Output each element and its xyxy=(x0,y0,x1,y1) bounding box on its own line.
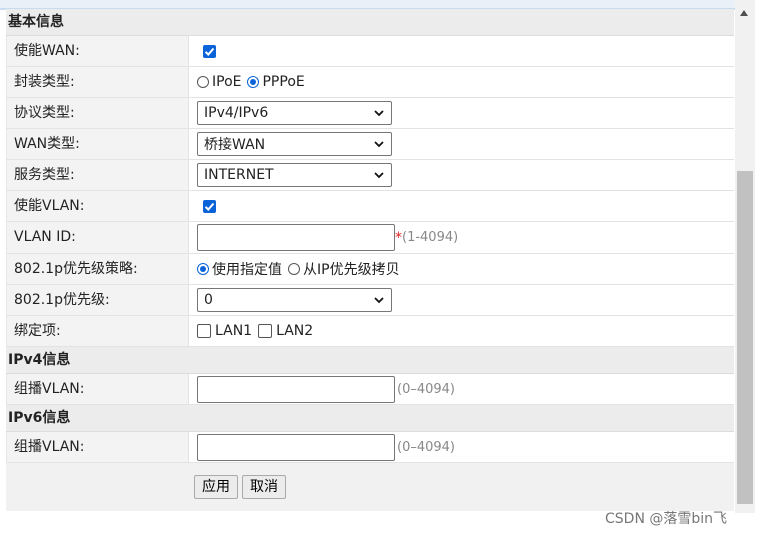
row-binding: 绑定项: LAN1 LAN2 xyxy=(6,316,734,347)
row-priority: 802.1p优先级: 0 xyxy=(6,285,734,316)
row-wan-type: WAN类型: 桥接WAN xyxy=(6,129,734,160)
section-ipv4-info: IPv4信息 xyxy=(6,347,734,374)
policy-option-specified[interactable]: 使用指定值 xyxy=(197,259,282,279)
ipv6-multicast-vlan-label: 组播VLAN: xyxy=(7,432,189,462)
ipv4-multicast-vlan-input[interactable] xyxy=(197,375,395,403)
row-enable-wan: 使能WAN: xyxy=(6,36,734,67)
service-type-select[interactable]: INTERNET xyxy=(197,163,392,187)
policy-option-copy-ip[interactable]: 从IP优先级拷贝 xyxy=(288,259,400,279)
vlan-id-hint: (1-4094) xyxy=(402,230,459,245)
wan-type-label: WAN类型: xyxy=(7,129,189,159)
priority-label: 802.1p优先级: xyxy=(7,285,189,315)
watermark: CSDN @落雪bin飞 xyxy=(605,511,728,527)
scroll-thumb[interactable] xyxy=(737,171,753,504)
ipv6-multicast-vlan-input[interactable] xyxy=(197,433,395,461)
section-basic-info: 基本信息 xyxy=(6,9,734,36)
row-ipv4-multicast-vlan: 组播VLAN: (0–4094) xyxy=(6,374,734,405)
chevron-down-icon xyxy=(374,110,384,117)
lan2-checkbox[interactable] xyxy=(258,324,273,338)
ipv4-multicast-vlan-label: 组播VLAN: xyxy=(7,374,189,404)
check-icon xyxy=(204,47,215,56)
binding-label: 绑定项: xyxy=(7,316,189,346)
enable-vlan-label: 使能VLAN: xyxy=(7,191,189,221)
wan-config-form: 基本信息 使能WAN: 封装类型: IPoE PPPoE 协议类型: IPv4/… xyxy=(6,9,734,511)
chevron-down-icon xyxy=(374,297,384,304)
radio-pppoe[interactable] xyxy=(247,76,260,88)
enable-wan-checkbox[interactable] xyxy=(203,44,216,58)
check-icon xyxy=(204,202,215,211)
row-service-type: 服务类型: INTERNET xyxy=(6,160,734,191)
vertical-scrollbar[interactable] xyxy=(735,0,755,513)
binding-option-lan1[interactable]: LAN1 xyxy=(197,323,252,339)
vlan-id-input[interactable] xyxy=(197,224,395,251)
section-ipv6-info: IPv6信息 xyxy=(6,405,734,432)
encap-type-label: 封装类型: xyxy=(7,67,189,97)
enable-vlan-checkbox[interactable] xyxy=(203,199,216,213)
scroll-up-arrow-icon[interactable] xyxy=(740,10,748,16)
enable-wan-label: 使能WAN: xyxy=(7,36,189,66)
row-protocol-type: 协议类型: IPv4/IPv6 xyxy=(6,98,734,129)
apply-button[interactable]: 应用 xyxy=(194,475,238,499)
priority-select[interactable]: 0 xyxy=(197,288,392,312)
encap-option-ipoe[interactable]: IPoE xyxy=(197,74,241,90)
priority-policy-label: 802.1p优先级策略: xyxy=(7,254,189,284)
ipv6-multicast-vlan-hint: (0–4094) xyxy=(397,439,455,455)
row-vlan-id: VLAN ID: * (1-4094) xyxy=(6,222,734,254)
chevron-down-icon xyxy=(374,141,384,148)
encap-option-pppoe[interactable]: PPPoE xyxy=(247,74,305,90)
radio-copy-from-ip[interactable] xyxy=(288,263,300,275)
radio-ipoe[interactable] xyxy=(197,76,209,88)
service-type-label: 服务类型: xyxy=(7,160,189,190)
cancel-button[interactable]: 取消 xyxy=(242,475,286,499)
row-ipv6-multicast-vlan: 组播VLAN: (0–4094) xyxy=(6,432,734,463)
lan1-checkbox[interactable] xyxy=(197,324,211,338)
radio-use-specified[interactable] xyxy=(197,263,209,275)
vlan-id-label: VLAN ID: xyxy=(7,222,189,253)
protocol-type-select[interactable]: IPv4/IPv6 xyxy=(197,101,392,125)
ipv4-multicast-vlan-hint: (0–4094) xyxy=(397,381,455,397)
chevron-down-icon xyxy=(374,172,384,179)
row-enable-vlan: 使能VLAN: xyxy=(6,191,734,222)
row-priority-policy: 802.1p优先级策略: 使用指定值 从IP优先级拷贝 xyxy=(6,254,734,285)
wan-type-select[interactable]: 桥接WAN xyxy=(197,132,392,156)
protocol-type-label: 协议类型: xyxy=(7,98,189,128)
action-bar: 应用 取消 xyxy=(6,463,734,511)
required-mark: * xyxy=(395,229,402,246)
row-encap-type: 封装类型: IPoE PPPoE xyxy=(6,67,734,98)
binding-option-lan2[interactable]: LAN2 xyxy=(258,323,313,339)
